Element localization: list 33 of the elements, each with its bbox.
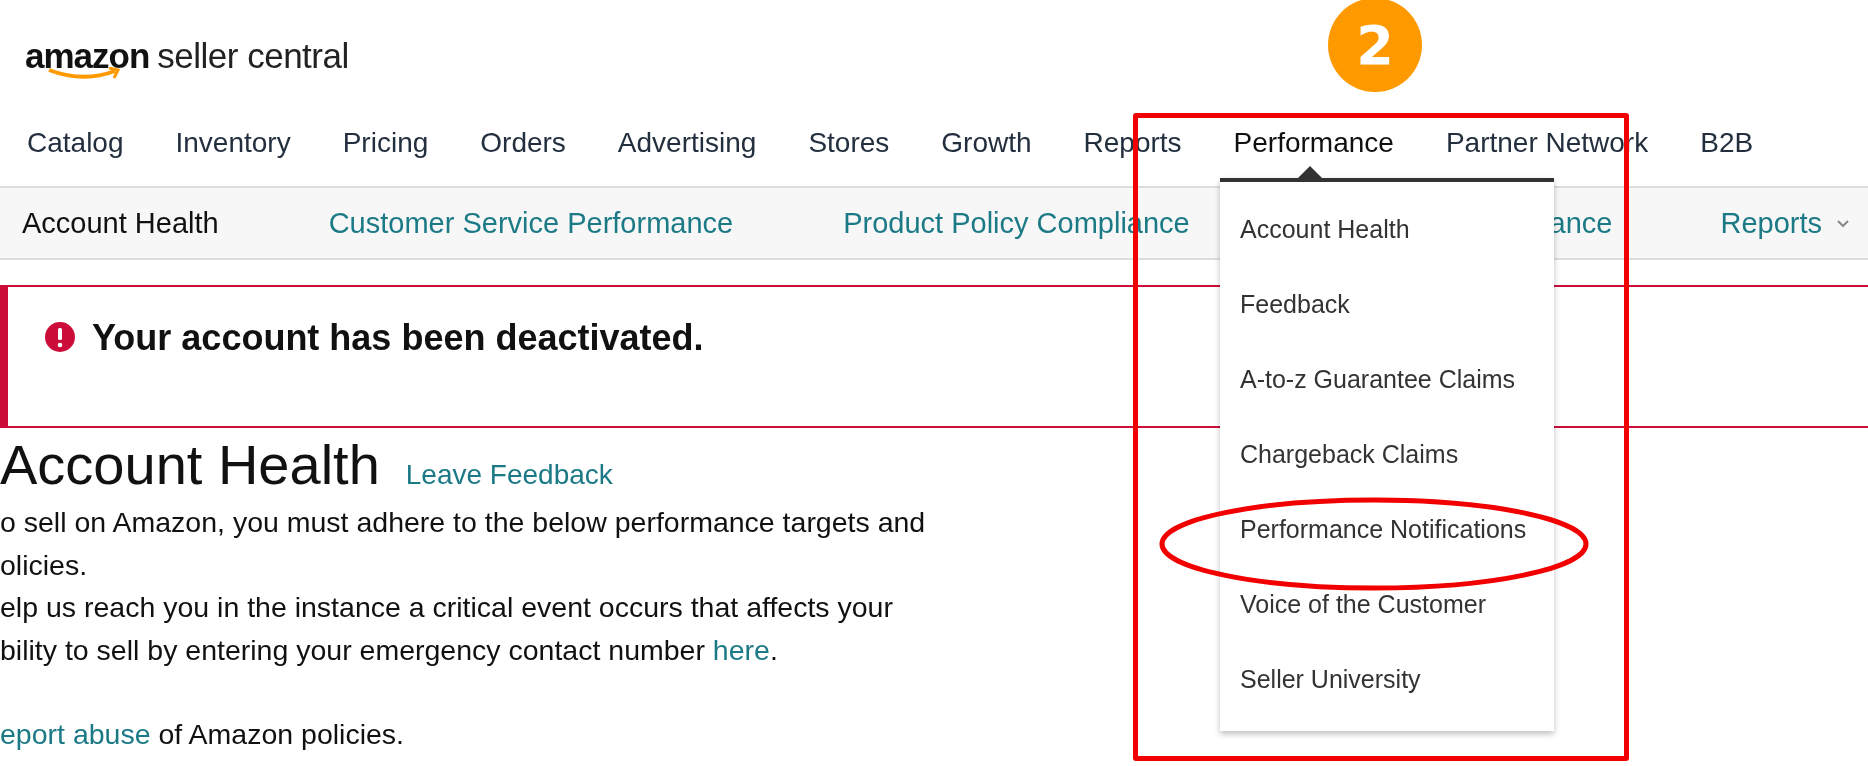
nav-tab[interactable]: Inventory [175,127,291,159]
subnav-tab[interactable]: Customer Service Performance [328,206,734,240]
abuse-paragraph: eport abuse of Amazon policies. [0,717,404,752]
alert-message: Your account has been deactivated. [92,317,704,359]
page-title: Account Health [0,432,380,497]
menu-item[interactable]: Account Health [1220,192,1554,267]
logo-wordmark: amazon [25,36,150,76]
chevron-down-icon [1836,218,1850,228]
logo-subtitle: seller central [157,36,349,76]
report-abuse-link[interactable]: eport abuse [0,718,151,750]
intro-paragraph: o sell on Amazon, you must adhere to the below performance targets and olicies. [0,505,926,583]
nav-tab[interactable]: Orders [480,127,566,159]
nav-tab[interactable]: Stores [808,127,890,159]
menu-item[interactable]: Seller University [1220,642,1554,717]
error-icon [44,321,76,353]
feedback-link[interactable]: Leave Feedback [405,459,613,491]
menu-item[interactable]: Feedback [1220,267,1554,342]
nav-tab[interactable]: Growth [941,127,1032,159]
subnav-tab[interactable]: Reports [1720,206,1850,240]
nav-tab[interactable]: B2B [1700,127,1754,159]
nav-tab[interactable]: Catalog [27,127,124,159]
nav-tab[interactable]: Performance [1233,127,1394,159]
menu-item[interactable]: Chargeback Claims [1220,417,1554,492]
menu-item[interactable]: Performance Notifications [1220,492,1554,567]
subnav-tab[interactable]: Account Health [22,206,219,240]
smile-arrow-icon [47,67,121,81]
step-badge: 2 [1328,0,1422,92]
here-link[interactable]: here [712,633,770,666]
nav-tab[interactable]: Pricing [342,127,429,159]
menu-item[interactable]: Voice of the Customer [1220,567,1554,642]
nav-tab[interactable]: Advertising [617,127,757,159]
contact-paragraph: elp us reach you in the instance a critical event occurs that affects your bility to sell by entering your emergency contact number here. [0,590,893,668]
menu-item[interactable]: A-to-z Guarantee Claims [1220,342,1554,417]
